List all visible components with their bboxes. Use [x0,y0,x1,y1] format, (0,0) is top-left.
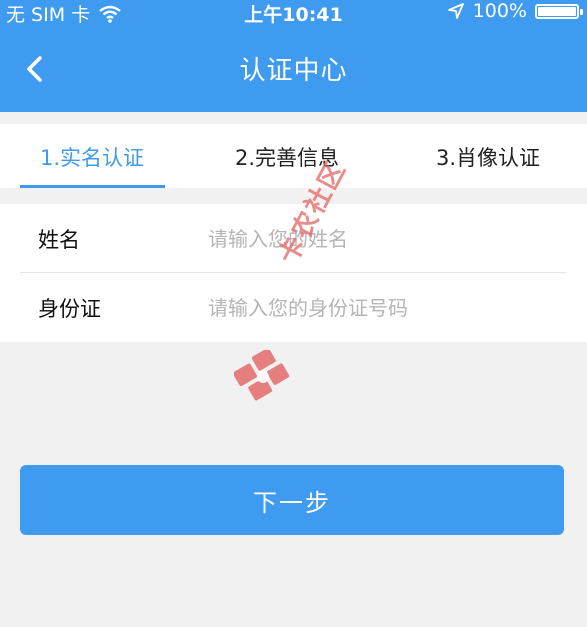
watermark-logo-icon [234,350,290,401]
top-header: 无 SIM 卡 上午10:41 100% 认证中心 [0,0,587,112]
tab-step-2[interactable]: 2.完善信息 [235,142,339,172]
battery-percent: 100% [472,0,527,22]
next-step-button[interactable]: 下一步 [20,465,564,535]
tab-step-3[interactable]: 3.肖像认证 [436,142,540,172]
location-arrow-icon [447,3,464,19]
step-tabs: 1.实名认证 2.完善信息 3.肖像认证 [0,124,587,188]
id-label: 身份证 [38,297,101,321]
tab-step-1[interactable]: 1.实名认证 [40,142,144,172]
battery-fill [538,6,576,16]
status-bar: 无 SIM 卡 上午10:41 100% [0,0,587,26]
page-title: 认证中心 [239,56,348,86]
id-row: 身份证 [20,273,567,341]
name-input[interactable] [206,222,550,256]
identity-form: 姓名 身份证 [0,204,587,342]
name-row: 姓名 [20,204,567,273]
active-step-indicator [20,185,165,188]
name-label: 姓名 [38,228,80,252]
id-number-input[interactable] [206,291,550,325]
battery-icon [535,3,583,19]
status-right: 100% [447,0,583,22]
